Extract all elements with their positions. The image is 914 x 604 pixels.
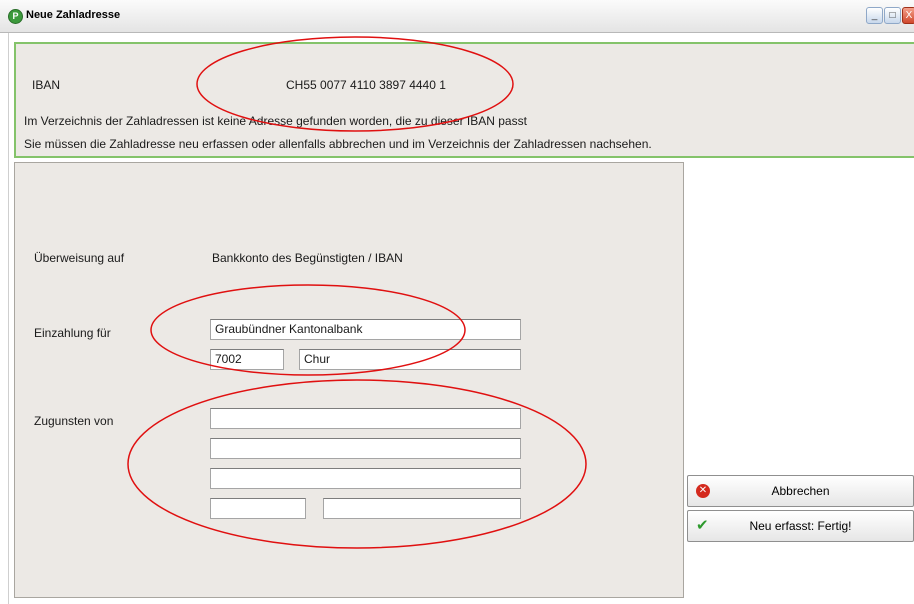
zugunsten-label: Zugunsten von bbox=[34, 414, 114, 428]
title-bar[interactable]: P Neue Zahladresse _ □ X bbox=[0, 0, 914, 33]
beneficiary-line3-field[interactable] bbox=[210, 468, 521, 489]
bank-city-field[interactable]: Chur bbox=[299, 349, 521, 370]
einzahlung-label: Einzahlung für bbox=[34, 326, 111, 340]
info-panel: IBAN CH55 0077 4110 3897 4440 1 Im Verze… bbox=[14, 42, 914, 158]
not-found-message: Im Verzeichnis der Zahladressen ist kein… bbox=[24, 114, 527, 128]
ueberweisung-value: Bankkonto des Begünstigten / IBAN bbox=[212, 251, 403, 265]
iban-label: IBAN bbox=[32, 78, 61, 92]
beneficiary-city-field[interactable] bbox=[323, 498, 521, 519]
cancel-button[interactable]: ✕ Abbrechen bbox=[687, 475, 914, 507]
payment-address-form: Überweisung auf Bankkonto des Begünstigt… bbox=[14, 162, 684, 598]
cancel-button-label: Abbrechen bbox=[771, 484, 830, 498]
instruction-message: Sie müssen die Zahladresse neu erfassen … bbox=[24, 137, 652, 151]
beneficiary-line1-field[interactable] bbox=[210, 408, 521, 429]
close-button[interactable]: X bbox=[902, 7, 914, 24]
beneficiary-postal-code-field[interactable] bbox=[210, 498, 306, 519]
window-left-edge bbox=[0, 33, 9, 604]
minimize-button[interactable]: _ bbox=[866, 7, 883, 24]
bank-name-field[interactable]: Graubündner Kantonalbank bbox=[210, 319, 521, 340]
ueberweisung-label: Überweisung auf bbox=[34, 251, 125, 265]
bank-postal-code-field[interactable]: 7002 bbox=[210, 349, 284, 370]
beneficiary-line2-field[interactable] bbox=[210, 438, 521, 459]
done-button[interactable]: ✔ Neu erfasst: Fertig! bbox=[687, 510, 914, 542]
maximize-button[interactable]: □ bbox=[884, 7, 901, 24]
window-title: Neue Zahladresse bbox=[26, 9, 121, 21]
iban-value: CH55 0077 4110 3897 4440 1 bbox=[286, 78, 446, 92]
app-logo-icon: P bbox=[8, 9, 23, 24]
done-button-label: Neu erfasst: Fertig! bbox=[749, 519, 852, 533]
